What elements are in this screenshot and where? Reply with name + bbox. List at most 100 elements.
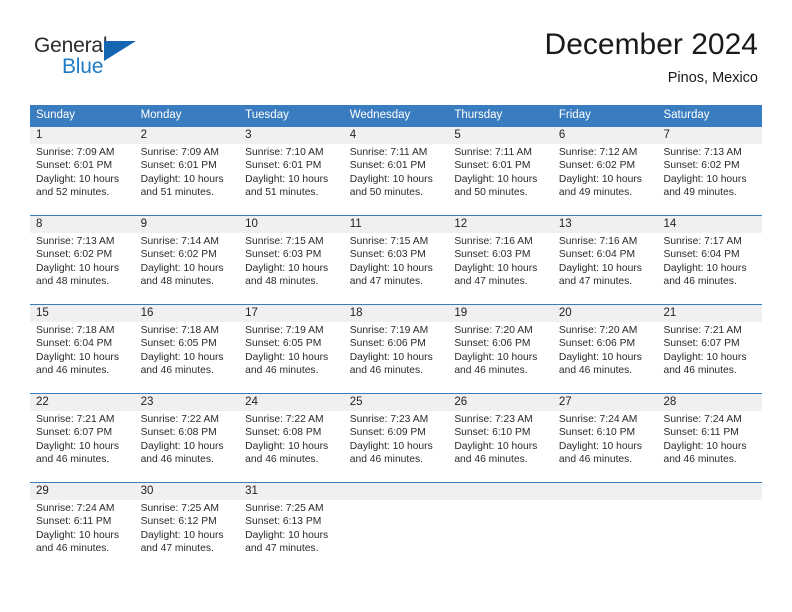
day-cell[interactable]: Sunrise: 7:19 AM Sunset: 6:05 PM Dayligh…: [239, 322, 344, 393]
sunrise-text: Sunrise: 7:25 AM: [140, 503, 219, 514]
day-cell[interactable]: Sunrise: 7:13 AM Sunset: 6:02 PM Dayligh…: [657, 144, 762, 215]
day-number[interactable]: 10: [239, 216, 344, 233]
day-cell[interactable]: Sunrise: 7:25 AM Sunset: 6:13 PM Dayligh…: [239, 500, 344, 571]
day-number[interactable]: 29: [30, 483, 135, 500]
day-number[interactable]: 18: [344, 305, 449, 322]
sunset-text: Sunset: 6:10 PM: [558, 427, 636, 439]
day-cell[interactable]: Sunrise: 7:20 AM Sunset: 6:06 PM Dayligh…: [553, 322, 658, 393]
weekday-header-row: Sunday Monday Tuesday Wednesday Thursday…: [30, 105, 762, 126]
day-number[interactable]: 22: [30, 394, 135, 411]
day-number[interactable]: 20: [553, 305, 658, 322]
day-number[interactable]: 26: [448, 394, 553, 411]
day-number[interactable]: 19: [448, 305, 553, 322]
day-cell[interactable]: Sunrise: 7:11 AM Sunset: 6:01 PM Dayligh…: [344, 144, 449, 215]
sunset-text: Sunset: 6:02 PM: [558, 160, 636, 172]
day-cell[interactable]: Sunrise: 7:16 AM Sunset: 6:03 PM Dayligh…: [448, 233, 553, 304]
day-number[interactable]: 8: [30, 216, 135, 233]
daylight-text-line1: Daylight: 10 hours: [140, 440, 224, 452]
sunrise-text: Sunrise: 7:20 AM: [558, 325, 638, 336]
day-cell[interactable]: Sunrise: 7:21 AM Sunset: 6:07 PM Dayligh…: [657, 322, 762, 393]
day-cell[interactable]: Sunrise: 7:11 AM Sunset: 6:01 PM Dayligh…: [448, 144, 553, 215]
day-cell[interactable]: Sunrise: 7:23 AM Sunset: 6:10 PM Dayligh…: [448, 411, 553, 482]
sunset-text: Sunset: 6:06 PM: [349, 338, 426, 350]
day-number[interactable]: 9: [135, 216, 240, 233]
day-number[interactable]: 14: [657, 216, 762, 233]
day-cell[interactable]: Sunrise: 7:24 AM Sunset: 6:11 PM Dayligh…: [30, 500, 135, 571]
day-number[interactable]: 21: [657, 305, 762, 322]
sunset-text: Sunset: 6:02 PM: [140, 249, 217, 261]
day-cell[interactable]: Sunrise: 7:10 AM Sunset: 6:01 PM Dayligh…: [239, 144, 344, 215]
weekday-header-monday: Monday: [140, 109, 182, 121]
daylight-text-line1: Daylight: 10 hours: [349, 173, 433, 185]
sunset-text: Sunset: 6:03 PM: [245, 249, 322, 261]
day-number[interactable]: 13: [553, 216, 658, 233]
day-number[interactable]: 27: [553, 394, 658, 411]
day-cell[interactable]: Sunrise: 7:24 AM Sunset: 6:11 PM Dayligh…: [657, 411, 762, 482]
day-number[interactable]: 16: [135, 305, 240, 322]
sunset-text: Sunset: 6:02 PM: [36, 249, 113, 261]
day-number[interactable]: 24: [239, 394, 344, 411]
day-number[interactable]: 2: [135, 127, 240, 144]
day-number[interactable]: 23: [135, 394, 240, 411]
week-content-row: Sunrise: 7:18 AM Sunset: 6:04 PM Dayligh…: [30, 322, 762, 393]
day-number[interactable]: 3: [239, 127, 344, 144]
sunrise-text: Sunrise: 7:13 AM: [663, 147, 742, 158]
day-number[interactable]: 30: [135, 483, 240, 500]
day-number[interactable]: 31: [239, 483, 344, 500]
day-cell[interactable]: Sunrise: 7:18 AM Sunset: 6:05 PM Dayligh…: [135, 322, 240, 393]
day-number[interactable]: 28: [657, 394, 762, 411]
sunset-text: Sunset: 6:06 PM: [558, 338, 636, 350]
day-cell[interactable]: Sunrise: 7:17 AM Sunset: 6:04 PM Dayligh…: [657, 233, 762, 304]
sunrise-text: Sunrise: 7:22 AM: [245, 414, 324, 425]
sunset-text: Sunset: 6:03 PM: [454, 249, 531, 261]
day-cell[interactable]: Sunrise: 7:22 AM Sunset: 6:08 PM Dayligh…: [239, 411, 344, 482]
day-cell[interactable]: Sunrise: 7:12 AM Sunset: 6:02 PM Dayligh…: [553, 144, 658, 215]
day-cell[interactable]: Sunrise: 7:21 AM Sunset: 6:07 PM Dayligh…: [30, 411, 135, 482]
day-number[interactable]: 25: [344, 394, 449, 411]
day-cell[interactable]: Sunrise: 7:16 AM Sunset: 6:04 PM Dayligh…: [553, 233, 658, 304]
day-number[interactable]: 7: [657, 127, 762, 144]
day-cell[interactable]: Sunrise: 7:19 AM Sunset: 6:06 PM Dayligh…: [344, 322, 449, 393]
day-number[interactable]: 17: [239, 305, 344, 322]
day-cell[interactable]: Sunrise: 7:13 AM Sunset: 6:02 PM Dayligh…: [30, 233, 135, 304]
sunset-text: Sunset: 6:01 PM: [140, 160, 217, 172]
weekday-header-tuesday: Tuesday: [245, 109, 289, 121]
day-cell[interactable]: Sunrise: 7:24 AM Sunset: 6:10 PM Dayligh…: [553, 411, 658, 482]
daylight-text-line2: and 46 minutes.: [663, 453, 737, 465]
day-cell[interactable]: Sunrise: 7:09 AM Sunset: 6:01 PM Dayligh…: [30, 144, 135, 215]
daylight-text-line2: and 47 minutes.: [349, 275, 424, 287]
day-number[interactable]: 6: [553, 127, 658, 144]
day-cell[interactable]: Sunrise: 7:22 AM Sunset: 6:08 PM Dayligh…: [135, 411, 240, 482]
day-cell[interactable]: Sunrise: 7:23 AM Sunset: 6:09 PM Dayligh…: [344, 411, 449, 482]
general-blue-logo[interactable]: General Blue: [34, 34, 204, 84]
day-number[interactable]: 1: [30, 127, 135, 144]
day-cell[interactable]: Sunrise: 7:14 AM Sunset: 6:02 PM Dayligh…: [135, 233, 240, 304]
day-cell[interactable]: Sunrise: 7:09 AM Sunset: 6:01 PM Dayligh…: [135, 144, 240, 215]
day-number[interactable]: 11: [344, 216, 449, 233]
daylight-text-line2: and 51 minutes.: [245, 186, 319, 198]
daylight-text-line2: and 49 minutes.: [558, 186, 633, 198]
sunrise-text: Sunrise: 7:12 AM: [558, 147, 638, 158]
sunset-text: Sunset: 6:01 PM: [245, 160, 322, 172]
day-number[interactable]: 15: [30, 305, 135, 322]
daylight-text-line2: and 46 minutes.: [349, 364, 424, 376]
calendar-week-row: 1 2 3 4 5 6 7 Sunrise: 7:09 AM Sunset: 6…: [30, 126, 762, 215]
day-number[interactable]: 4: [344, 127, 449, 144]
sunset-text: Sunset: 6:09 PM: [349, 427, 426, 439]
day-cell[interactable]: Sunrise: 7:15 AM Sunset: 6:03 PM Dayligh…: [239, 233, 344, 304]
day-number-empty: [448, 483, 553, 500]
sunrise-text: Sunrise: 7:15 AM: [349, 236, 429, 247]
sunset-text: Sunset: 6:10 PM: [454, 427, 531, 439]
day-number[interactable]: 5: [448, 127, 553, 144]
day-cell[interactable]: Sunrise: 7:25 AM Sunset: 6:12 PM Dayligh…: [135, 500, 240, 571]
daylight-text-line2: and 46 minutes.: [349, 453, 424, 465]
sunrise-text: Sunrise: 7:24 AM: [663, 414, 742, 425]
day-number[interactable]: 12: [448, 216, 553, 233]
day-cell[interactable]: Sunrise: 7:18 AM Sunset: 6:04 PM Dayligh…: [30, 322, 135, 393]
weekday-header-wednesday: Wednesday: [349, 109, 411, 121]
sunrise-text: Sunrise: 7:11 AM: [349, 147, 428, 158]
sunset-text: Sunset: 6:05 PM: [140, 338, 217, 350]
day-cell[interactable]: Sunrise: 7:15 AM Sunset: 6:03 PM Dayligh…: [344, 233, 449, 304]
daylight-text-line2: and 51 minutes.: [140, 186, 214, 198]
day-cell[interactable]: Sunrise: 7:20 AM Sunset: 6:06 PM Dayligh…: [448, 322, 553, 393]
